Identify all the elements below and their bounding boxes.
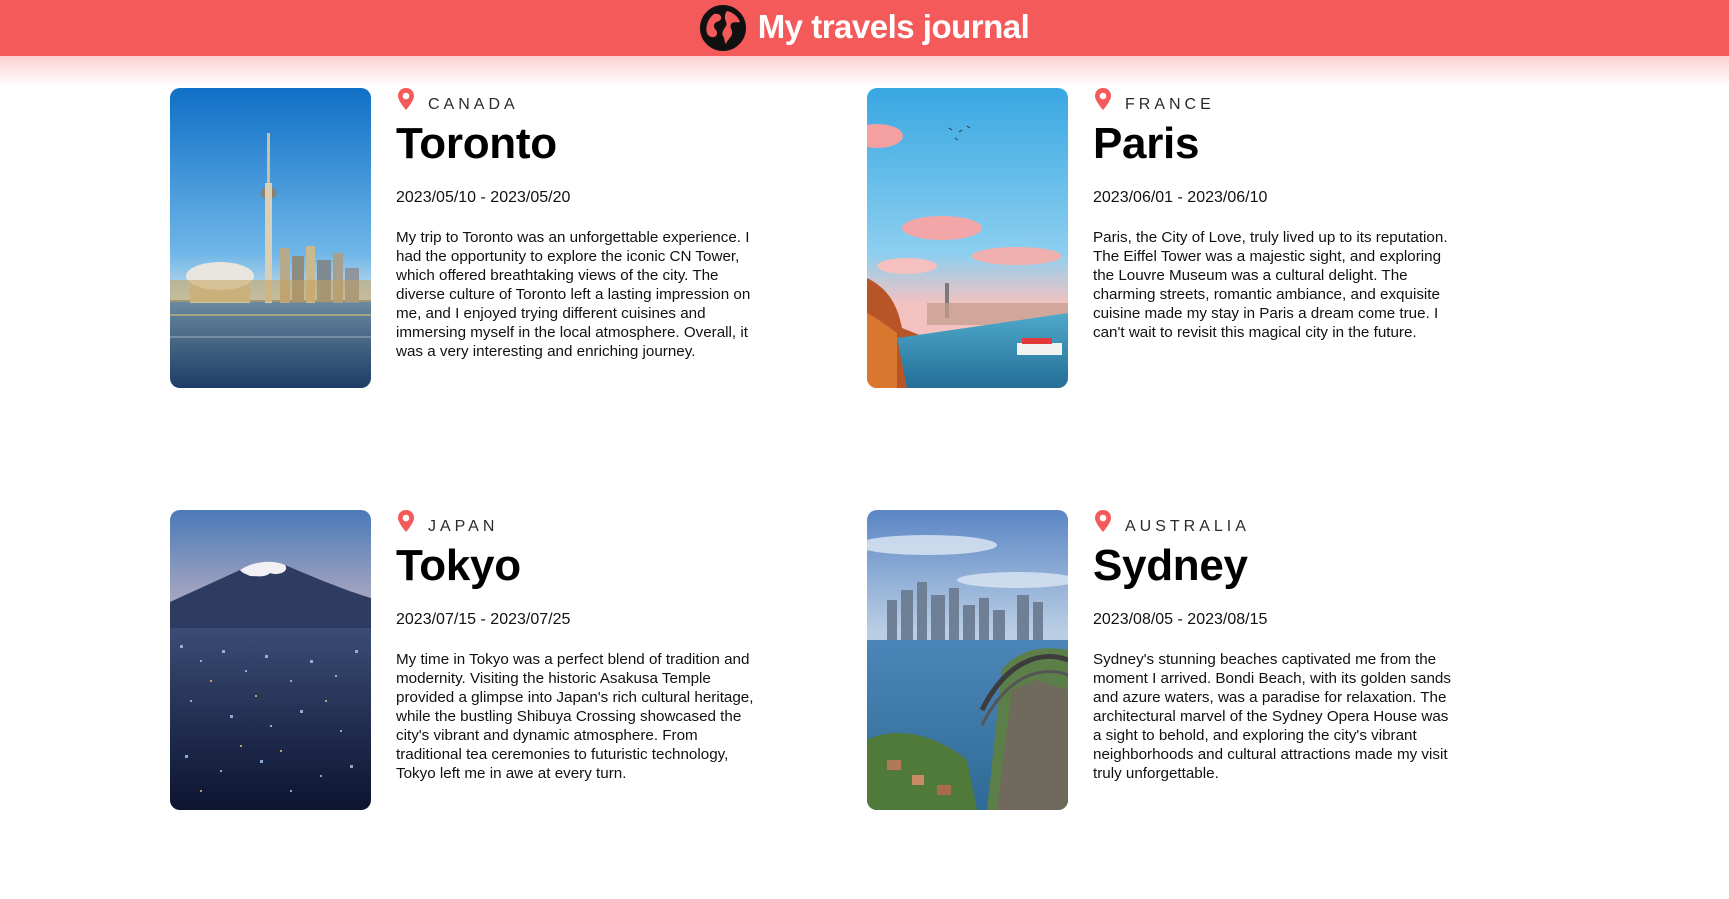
journal-entry: CANADA Toronto 2023/05/10 - 2023/05/20 M… xyxy=(170,88,770,388)
entry-country: FRANCE xyxy=(1125,96,1215,113)
location-row: FRANCE xyxy=(1093,88,1453,118)
map-pin-icon xyxy=(398,88,414,110)
entry-country: CANADA xyxy=(428,96,519,113)
entry-body: FRANCE Paris 2023/06/01 - 2023/06/10 Par… xyxy=(1093,88,1453,342)
entry-description: Paris, the City of Love, truly lived up … xyxy=(1093,229,1448,341)
journal-entry: AUSTRALIA Sydney 2023/08/05 - 2023/08/15… xyxy=(867,510,1467,810)
entry-description: Sydney's stunning beaches captivated me … xyxy=(1093,651,1451,782)
entry-photo-paris xyxy=(867,88,1068,388)
entry-description: My time in Tokyo was a perfect blend of … xyxy=(396,651,754,782)
entry-dates: 2023/05/10 - 2023/05/20 xyxy=(396,189,571,206)
entries-grid: CANADA Toronto 2023/05/10 - 2023/05/20 M… xyxy=(0,0,1729,899)
entry-city: Toronto xyxy=(396,119,557,168)
entry-dates: 2023/08/05 - 2023/08/15 xyxy=(1093,611,1268,628)
entry-dates: 2023/07/15 - 2023/07/25 xyxy=(396,611,571,628)
location-row: JAPAN xyxy=(396,510,756,540)
entry-body: AUSTRALIA Sydney 2023/08/05 - 2023/08/15… xyxy=(1093,510,1453,783)
location-row: AUSTRALIA xyxy=(1093,510,1453,540)
map-pin-icon xyxy=(398,510,414,532)
entry-city: Paris xyxy=(1093,119,1200,168)
entry-dates: 2023/06/01 - 2023/06/10 xyxy=(1093,189,1268,206)
entry-photo-sydney xyxy=(867,510,1068,810)
entry-photo-tokyo xyxy=(170,510,371,810)
entry-photo-toronto xyxy=(170,88,371,388)
location-row: CANADA xyxy=(396,88,756,118)
entry-country: JAPAN xyxy=(428,518,499,535)
entry-city: Sydney xyxy=(1093,541,1248,590)
entry-body: CANADA Toronto 2023/05/10 - 2023/05/20 M… xyxy=(396,88,756,361)
entry-description: My trip to Toronto was an unforgettable … xyxy=(396,229,751,360)
entry-body: JAPAN Tokyo 2023/07/15 - 2023/07/25 My t… xyxy=(396,510,756,783)
map-pin-icon xyxy=(1095,88,1111,110)
journal-entry: FRANCE Paris 2023/06/01 - 2023/06/10 Par… xyxy=(867,88,1467,388)
map-pin-icon xyxy=(1095,510,1111,532)
entry-city: Tokyo xyxy=(396,541,521,590)
entry-country: AUSTRALIA xyxy=(1125,518,1250,535)
journal-entry: JAPAN Tokyo 2023/07/15 - 2023/07/25 My t… xyxy=(170,510,770,810)
